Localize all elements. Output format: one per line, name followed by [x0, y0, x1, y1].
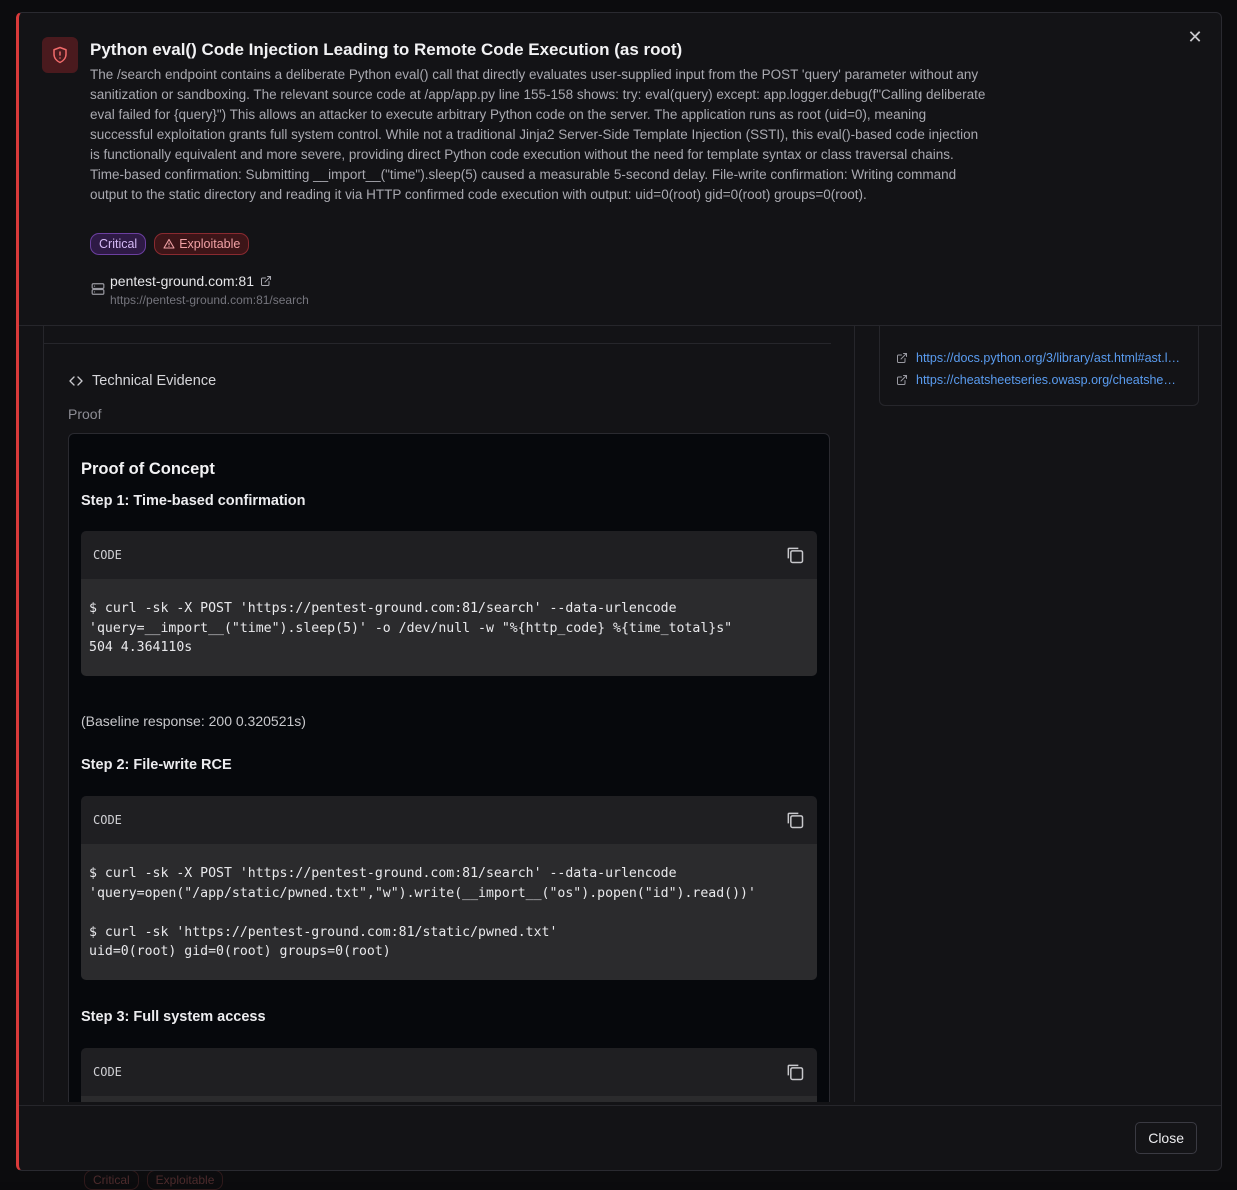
finding-description: The /search endpoint contains a delibera… [90, 65, 990, 205]
poc-title: Proof of Concept [81, 460, 215, 479]
server-icon [91, 282, 105, 296]
external-link-icon [896, 374, 908, 386]
code-block-header: CODE [81, 796, 817, 844]
references-panel: https://docs.python.org/3/library/ast.ht… [879, 326, 1199, 406]
external-link-icon [260, 275, 272, 287]
finding-title: Python eval() Code Injection Leading to … [90, 40, 682, 60]
host-name: pentest-ground.com:81 [110, 273, 254, 289]
code-language-label: CODE [93, 1065, 122, 1079]
code-block-3: CODE [81, 1048, 817, 1102]
proof-content: Proof of Concept Step 1: Time-based conf… [68, 433, 830, 1102]
exploitable-badge: Exploitable [154, 233, 249, 255]
code-block-header: CODE [81, 531, 817, 579]
reference-link[interactable]: https://docs.python.org/3/library/ast.ht… [896, 351, 1186, 365]
modal-body[interactable]: Technical Evidence Proof Proof of Concep… [19, 326, 1221, 1106]
host-link[interactable]: pentest-ground.com:81 [110, 273, 272, 289]
evidence-title: Technical Evidence [92, 373, 216, 389]
background-critical-badge: Critical [84, 1170, 139, 1190]
step-2-heading: Step 2: File-write RCE [81, 757, 232, 773]
finding-modal: ✕ Python eval() Code Injection Leading t… [16, 12, 1222, 1171]
badge-row: Critical Exploitable [90, 233, 249, 255]
modal-header: Python eval() Code Injection Leading to … [19, 13, 1221, 326]
code-block-header: CODE [81, 1048, 817, 1096]
code-block-1: CODE $ curl -sk -X POST 'https://pentest… [81, 531, 817, 676]
modal-footer: Close [19, 1105, 1221, 1170]
code-block-2: CODE $ curl -sk -X POST 'https://pentest… [81, 796, 817, 980]
proof-label: Proof [68, 406, 101, 422]
step-3-heading: Step 3: Full system access [81, 1009, 266, 1025]
background-exploitable-badge: Exploitable [147, 1170, 224, 1190]
code-content: $ curl -sk -X POST 'https://pentest-grou… [81, 579, 817, 676]
shield-alert-icon [42, 37, 78, 73]
reference-link[interactable]: https://cheatsheetseries.owasp.org/cheat… [896, 373, 1186, 387]
code-language-label: CODE [93, 813, 122, 827]
baseline-text: (Baseline response: 200 0.320521s) [81, 713, 306, 729]
host-url: https://pentest-ground.com:81/search [110, 293, 309, 307]
step-1-heading: Step 1: Time-based confirmation [81, 493, 306, 509]
code-language-label: CODE [93, 548, 122, 562]
code-content: $ curl -sk -X POST 'https://pentest-grou… [81, 844, 817, 980]
divider [44, 343, 831, 344]
close-button[interactable]: Close [1135, 1122, 1197, 1154]
copy-icon[interactable] [785, 1062, 805, 1082]
reference-url: https://cheatsheetseries.owasp.org/cheat… [916, 373, 1182, 387]
background-badges: Critical Exploitable [84, 1170, 223, 1190]
warning-icon [163, 238, 175, 250]
copy-icon[interactable] [785, 545, 805, 565]
severity-badge: Critical [90, 233, 146, 255]
copy-icon[interactable] [785, 810, 805, 830]
evidence-panel[interactable]: Technical Evidence Proof Proof of Concep… [43, 326, 855, 1102]
code-icon [68, 373, 84, 389]
external-link-icon [896, 352, 908, 364]
code-content [81, 1096, 817, 1102]
exploitable-badge-label: Exploitable [179, 237, 240, 251]
reference-url: https://docs.python.org/3/library/ast.ht… [916, 351, 1182, 365]
evidence-header: Technical Evidence [68, 373, 216, 389]
